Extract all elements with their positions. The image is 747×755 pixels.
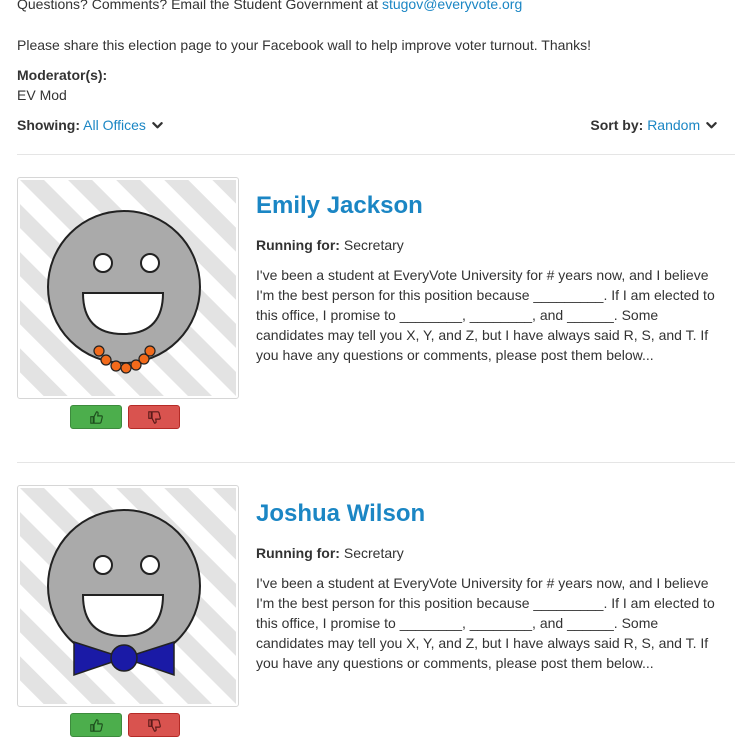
upvote-button[interactable] xyxy=(70,405,122,429)
divider xyxy=(17,462,735,463)
candidate-bio: I've been a student at EveryVote Univers… xyxy=(256,267,715,363)
sort-dropdown[interactable]: Random xyxy=(647,117,700,133)
upvote-button[interactable] xyxy=(70,713,122,737)
candidate-card: Emily Jackson Running for: Secretary I'v… xyxy=(17,177,735,447)
avatar xyxy=(20,488,236,704)
divider xyxy=(17,154,735,155)
running-for: Running for: Secretary xyxy=(256,543,404,563)
showing-value: All Offices xyxy=(83,117,146,133)
filter-bar: Showing: All Offices Sort by: Random xyxy=(17,115,717,135)
candidate-name-link[interactable]: Emily Jackson xyxy=(256,191,423,221)
moderator-name: EV Mod xyxy=(17,87,67,103)
thumbs-down-icon xyxy=(147,410,161,424)
candidate-photo[interactable] xyxy=(17,485,239,707)
candidate-name-link[interactable]: Joshua Wilson xyxy=(256,499,425,529)
share-message: Please share this election page to your … xyxy=(17,37,592,53)
thumbs-up-icon xyxy=(89,410,103,424)
chevron-down-icon[interactable] xyxy=(152,120,163,131)
running-for-label: Running for: xyxy=(256,237,340,253)
downvote-button[interactable] xyxy=(128,405,180,429)
running-for: Running for: Secretary xyxy=(256,235,404,255)
candidate-photo[interactable] xyxy=(17,177,239,399)
contact-text: Questions? Comments? Email the Student G… xyxy=(17,0,382,12)
showing-label: Showing: xyxy=(17,117,80,133)
office-name: Secretary xyxy=(343,545,404,561)
moderators-label: Moderator(s): xyxy=(17,67,108,83)
contact-line: Questions? Comments? Email the Student G… xyxy=(17,0,522,14)
thumbs-up-icon xyxy=(89,718,103,732)
thumbs-down-icon xyxy=(147,718,161,732)
candidate-card: Joshua Wilson Running for: Secretary I'v… xyxy=(17,485,735,755)
sort-label: Sort by: xyxy=(590,117,644,133)
showing-filter: Showing: All Offices xyxy=(17,115,163,135)
bow-tie-icon xyxy=(73,640,175,677)
avatar xyxy=(20,180,236,396)
contact-email-link[interactable]: stugov@everyvote.org xyxy=(382,0,522,12)
chevron-down-icon[interactable] xyxy=(706,120,717,131)
office-name: Secretary xyxy=(343,237,404,253)
showing-dropdown[interactable]: All Offices xyxy=(83,117,146,133)
running-for-label: Running for: xyxy=(256,545,340,561)
sort-value: Random xyxy=(647,117,701,133)
candidate-bio: I've been a student at EveryVote Univers… xyxy=(256,575,715,671)
downvote-button[interactable] xyxy=(128,713,180,737)
sort-filter: Sort by: Random xyxy=(590,115,717,135)
